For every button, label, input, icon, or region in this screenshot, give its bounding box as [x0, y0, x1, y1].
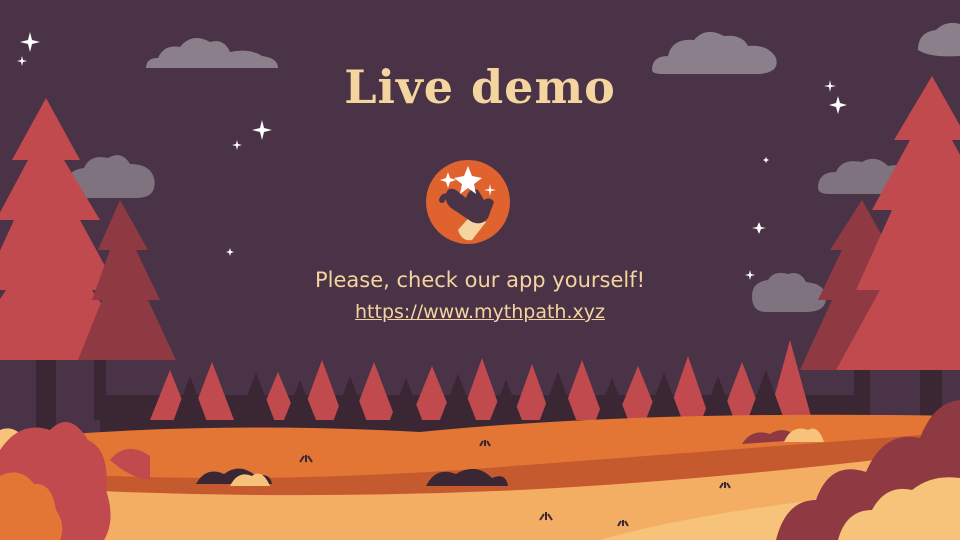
slide-title: Live demo [344, 60, 616, 114]
app-link[interactable]: https://www.mythpath.xyz [0, 301, 960, 323]
slide-subtitle: Please, check our app yourself! [314, 268, 646, 292]
magic-hand-icon [426, 160, 510, 244]
right-trees [800, 76, 960, 440]
slide: Live demo Please, check our app yourself… [0, 0, 960, 540]
